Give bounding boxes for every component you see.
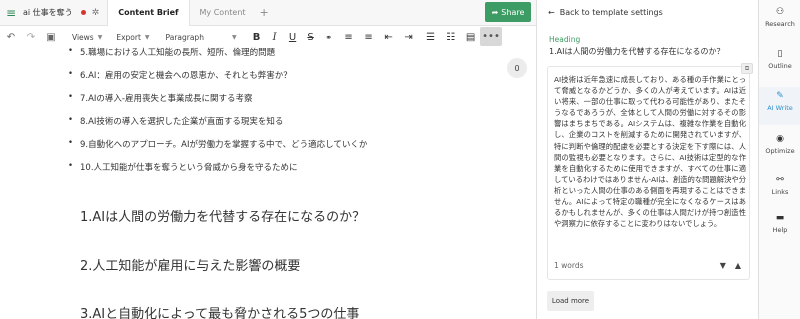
ai-write-panel: ← Back to template settings Heading 1.AI… [537,0,758,319]
export-dropdown[interactable]: Export ▼ [116,28,149,46]
sidebar-item-help[interactable]: ▬ Help [759,213,800,234]
underline-icon[interactable]: U [285,28,301,46]
sidebar-item-research[interactable]: ⚇ Research [759,7,800,28]
outdent-icon[interactable]: ⇤ [381,28,397,46]
ai-result-card[interactable]: ⧉ AI技術は近年急速に成長しており、ある種の手作業にとって脅威となるかどうか、… [547,63,753,280]
share-icon: ➦ [491,7,499,17]
share-button[interactable]: ➦ Share [485,2,531,22]
word-count: 1 words [554,261,584,270]
list-item[interactable]: 9.自動化へのアプローチ。AIが労働力を掌握する中で、どう適応していくか [68,138,367,150]
undo-icon[interactable]: ↶ [4,28,18,46]
add-tab-icon[interactable]: + [260,6,269,19]
link-icon[interactable]: ⚭ [321,28,337,46]
more-options-button[interactable]: ••• [480,27,502,46]
arrow-left-icon: ← [548,8,555,17]
numbered-list-icon[interactable]: ☷ [443,28,459,46]
bold-icon[interactable]: B [249,28,265,46]
chevron-down-icon: ▼ [231,33,237,41]
document-title[interactable]: ai 仕事を奪う [23,7,73,18]
app-window: ≡ ai 仕事を奪う ✲ Content Brief My Content + … [0,0,800,319]
target-icon: ◉ [776,134,784,144]
italic-icon[interactable]: I [267,28,283,46]
comment-count-badge[interactable]: 0 [507,58,527,78]
align-left-icon[interactable]: ≡ [341,28,357,46]
paragraph-label: Paragraph [165,32,204,42]
sidebar-item-label: Outline [768,62,792,70]
gear-icon[interactable]: ✲ [92,8,100,18]
section-heading[interactable]: 1.AIは人間の労働力を代替する存在になるのか？ [80,206,365,225]
list-item[interactable]: 7.AIの導入-雇用喪失と事業成長に関する考察 [68,92,252,104]
share-button-label: Share [501,7,525,17]
image-icon[interactable]: ▤ [463,28,479,46]
paragraph-style-dropdown[interactable]: Paragraph ▼ [166,28,237,46]
sidebar-item-outline[interactable]: ▯ Outline [759,49,800,70]
thumbs-up-icon[interactable]: ▲ [735,261,741,270]
magic-wand-icon: ✎ [776,91,784,101]
views-label: Views [72,32,94,42]
sidebar-item-ai-write[interactable]: ✎ AI Write [759,91,800,112]
back-label: Back to template settings [559,8,663,17]
list-item[interactable]: 10.人工知能が仕事を奪うという脅威から身を守るために [68,161,298,173]
copy-icon[interactable]: ⧉ [741,63,753,74]
save-icon[interactable]: ▣ [44,28,58,46]
top-bar: ≡ ai 仕事を奪う ✲ Content Brief My Content + [0,0,536,26]
sidebar-item-label: Research [765,20,795,28]
sidebar-item-links[interactable]: ⚯ Links [759,175,800,196]
document-icon: ▯ [777,49,783,59]
feedback-icons: ▼ ▲ [720,261,741,270]
indent-icon[interactable]: ⇥ [401,28,417,46]
bulleted-list-icon[interactable]: ☰ [423,28,439,46]
list-item[interactable]: 6.AI：雇用の安定と機会への恩恵か、それとも弊害か？ [68,69,292,81]
thumbs-down-icon[interactable]: ▼ [720,261,726,270]
redo-icon[interactable]: ↷ [24,28,38,46]
unsaved-status-dot [80,10,86,15]
sidebar-item-label: Links [771,188,789,196]
editor-content[interactable]: 5.職場における人工知能の長所、短所、倫理的問題 6.AI：雇用の安定と機会への… [0,46,536,319]
heading-label: Heading [549,35,581,44]
menu-icon[interactable]: ≡ [0,0,22,26]
views-dropdown[interactable]: Views ▼ [72,28,102,46]
tab-content-brief[interactable]: Content Brief [107,0,190,26]
sidebar-item-optimize[interactable]: ◉ Optimize [759,134,800,155]
help-icon: ▬ [775,213,785,223]
list-item[interactable]: 5.職場における人工知能の長所、短所、倫理的問題 [68,46,275,58]
chevron-down-icon: ▼ [144,33,150,41]
list-item[interactable]: 8.AI技術の導入を選択した企業が直面する現実を知る [68,115,283,127]
link-icon: ⚯ [776,175,784,185]
tab-my-content[interactable]: My Content [190,0,256,26]
chevron-down-icon: ▼ [97,33,103,41]
back-to-template-settings-link[interactable]: ← Back to template settings [548,8,663,17]
ai-generated-text: AI技術は近年急速に成長しており、ある種の手作業にとって脅威となるかどうか、多く… [554,75,746,229]
sidebar-item-label: AI Write [767,104,793,112]
editor-toolbar: ↶ ↷ ▣ Views ▼ Export ▼ Paragraph ▼ B I U S … [0,27,504,47]
sidebar-item-label: Help [772,226,788,234]
binoculars-icon: ⚇ [775,7,785,17]
align-center-icon[interactable]: ≡ [361,28,377,46]
heading-title: 1.AIは人間の労働力を代替する存在になるのか？ [549,47,725,56]
right-sidebar: ⚇ Research ▯ Outline ✎ AI Write ◉ Optimi… [758,0,800,319]
section-heading[interactable]: 2.人工知能が雇用に与えた影響の概要 [80,255,300,274]
section-heading[interactable]: 3.AIと自動化によって最も脅かされる5つの仕事 [80,303,359,319]
strikethrough-icon[interactable]: S [303,28,319,46]
sidebar-item-label: Optimize [765,147,795,155]
export-label: Export [116,32,141,42]
load-more-button[interactable]: Load more [547,291,594,311]
